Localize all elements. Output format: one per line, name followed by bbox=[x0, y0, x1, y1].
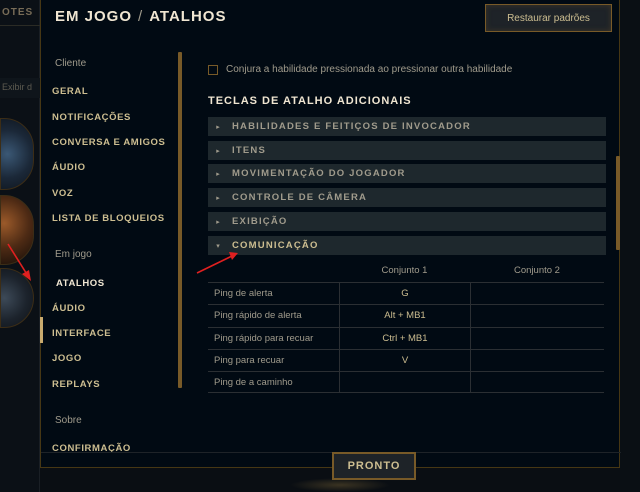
quick-cast-checkbox[interactable] bbox=[208, 64, 218, 75]
modal-header: EM JOGO / ATALHOS Restaurar padrões bbox=[41, 0, 619, 40]
sidebar-group-about: Sobre bbox=[55, 415, 82, 426]
title-page: ATALHOS bbox=[149, 8, 227, 25]
hotkeys-panel: Conjura a habilidade pressionada ao pres… bbox=[194, 50, 612, 450]
hotkey-name: Ping para recuar bbox=[214, 355, 285, 367]
table-row: Ping para recuar V bbox=[208, 348, 604, 372]
category-label: HABILIDADES E FEITIÇOS DE INVOCADOR bbox=[232, 121, 471, 132]
caret-down-icon: ▾ bbox=[216, 242, 220, 250]
sidebar-item-audio-client[interactable]: ÁUDIO bbox=[52, 162, 86, 173]
category-comunicacao[interactable]: ▾ COMUNICAÇÃO bbox=[208, 236, 606, 255]
hotkey-set2[interactable] bbox=[470, 327, 604, 349]
sidebar-item-atalhos[interactable]: ATALHOS bbox=[56, 278, 105, 289]
hotkey-table: Ping de alerta G Ping rápido de alerta A… bbox=[208, 282, 604, 394]
background-right-edge bbox=[620, 0, 640, 492]
category-movimentacao[interactable]: ▸ MOVIMENTAÇÃO DO JOGADOR bbox=[208, 164, 606, 183]
table-row: Ping rápido de alerta Alt + MB1 bbox=[208, 304, 604, 327]
caret-right-icon: ▸ bbox=[216, 218, 220, 226]
background-panel: OTES Exibir d bbox=[0, 0, 40, 492]
category-label: COMUNICAÇÃO bbox=[232, 240, 319, 251]
category-itens[interactable]: ▸ ITENS bbox=[208, 141, 606, 160]
section-title: TECLAS DE ATALHO ADICIONAIS bbox=[208, 95, 412, 107]
sidebar-group-in-game: Em jogo bbox=[55, 249, 92, 260]
sidebar-item-notificacoes[interactable]: NOTIFICAÇÕES bbox=[52, 112, 131, 123]
restore-defaults-button[interactable]: Restaurar padrões bbox=[485, 4, 612, 32]
category-label: CONTROLE DE CÂMERA bbox=[232, 192, 368, 203]
caret-right-icon: ▸ bbox=[216, 170, 220, 178]
background-card bbox=[0, 118, 34, 190]
hotkey-name: Ping de alerta bbox=[214, 288, 273, 300]
column-header-set2: Conjunto 2 bbox=[514, 265, 560, 276]
hotkey-name: Ping rápido para recuar bbox=[214, 332, 314, 344]
hotkey-set1[interactable]: Alt + MB1 bbox=[339, 305, 470, 327]
active-indicator bbox=[40, 317, 43, 343]
caret-right-icon: ▸ bbox=[216, 123, 220, 131]
category-exibicao[interactable]: ▸ EXIBIÇÃO bbox=[208, 212, 606, 231]
hotkey-set2[interactable] bbox=[470, 349, 604, 372]
caret-right-icon: ▸ bbox=[216, 194, 220, 202]
sidebar-item-voz[interactable]: VOZ bbox=[52, 188, 73, 199]
hotkey-set2[interactable] bbox=[470, 305, 604, 327]
category-label: EXIBIÇÃO bbox=[232, 216, 288, 227]
hotkey-name: Ping rápido de alerta bbox=[214, 310, 302, 322]
content-scrollbar[interactable] bbox=[616, 156, 620, 250]
table-row: Ping rápido para recuar Ctrl + MB1 bbox=[208, 326, 604, 349]
quick-cast-option[interactable]: Conjura a habilidade pressionada ao pres… bbox=[208, 64, 512, 75]
column-header-set1: Conjunto 1 bbox=[381, 265, 428, 276]
category-habilidades[interactable]: ▸ HABILIDADES E FEITIÇOS DE INVOCADOR bbox=[208, 117, 606, 136]
title-section: EM JOGO bbox=[55, 8, 133, 25]
background-card bbox=[0, 268, 34, 328]
hotkey-set1[interactable]: G bbox=[339, 283, 470, 305]
sidebar-group-client: Cliente bbox=[55, 58, 87, 69]
table-row: Ping de alerta G bbox=[208, 282, 604, 305]
sidebar-item-conversa-e-amigos[interactable]: CONVERSA E AMIGOS bbox=[52, 137, 165, 148]
sidebar-item-jogo[interactable]: JOGO bbox=[52, 353, 82, 364]
background-card bbox=[0, 195, 34, 265]
title-separator: / bbox=[138, 8, 144, 25]
hotkey-set2[interactable] bbox=[470, 372, 604, 393]
background-tab[interactable]: OTES bbox=[0, 0, 40, 26]
done-button[interactable]: PRONTO bbox=[332, 452, 416, 480]
sidebar-item-interface[interactable]: INTERFACE bbox=[52, 328, 111, 339]
quick-cast-label: Conjura a habilidade pressionada ao pres… bbox=[226, 64, 513, 75]
category-camera[interactable]: ▸ CONTROLE DE CÂMERA bbox=[208, 188, 606, 207]
caret-right-icon: ▸ bbox=[216, 147, 220, 155]
sidebar-item-geral[interactable]: GERAL bbox=[52, 86, 88, 97]
category-label: MOVIMENTAÇÃO DO JOGADOR bbox=[232, 168, 406, 179]
hotkey-set2[interactable] bbox=[470, 283, 604, 305]
page-title: EM JOGO / ATALHOS bbox=[55, 8, 226, 25]
hotkey-set1[interactable]: V bbox=[339, 349, 470, 372]
hotkey-name: Ping de a caminho bbox=[214, 376, 293, 388]
sidebar-item-replays[interactable]: REPLAYS bbox=[52, 379, 100, 390]
sidebar-scrollbar[interactable] bbox=[178, 52, 182, 388]
settings-modal: EM JOGO / ATALHOS Restaurar padrões Client… bbox=[40, 0, 621, 480]
hotkey-set1[interactable] bbox=[339, 372, 470, 393]
sidebar-item-lista-de-bloqueios[interactable]: LISTA DE BLOQUEIOS bbox=[52, 213, 165, 224]
footer-divider bbox=[41, 452, 621, 453]
background-glow bbox=[290, 478, 390, 492]
hotkey-set1[interactable]: Ctrl + MB1 bbox=[339, 327, 470, 349]
settings-sidebar: Cliente GERAL NOTIFICAÇÕES CONVERSA E AM… bbox=[40, 48, 181, 454]
background-field: Exibir d bbox=[0, 78, 40, 98]
table-row: Ping de a caminho bbox=[208, 371, 604, 394]
category-label: ITENS bbox=[232, 145, 266, 156]
sidebar-item-audio-game[interactable]: ÁUDIO bbox=[52, 303, 86, 314]
